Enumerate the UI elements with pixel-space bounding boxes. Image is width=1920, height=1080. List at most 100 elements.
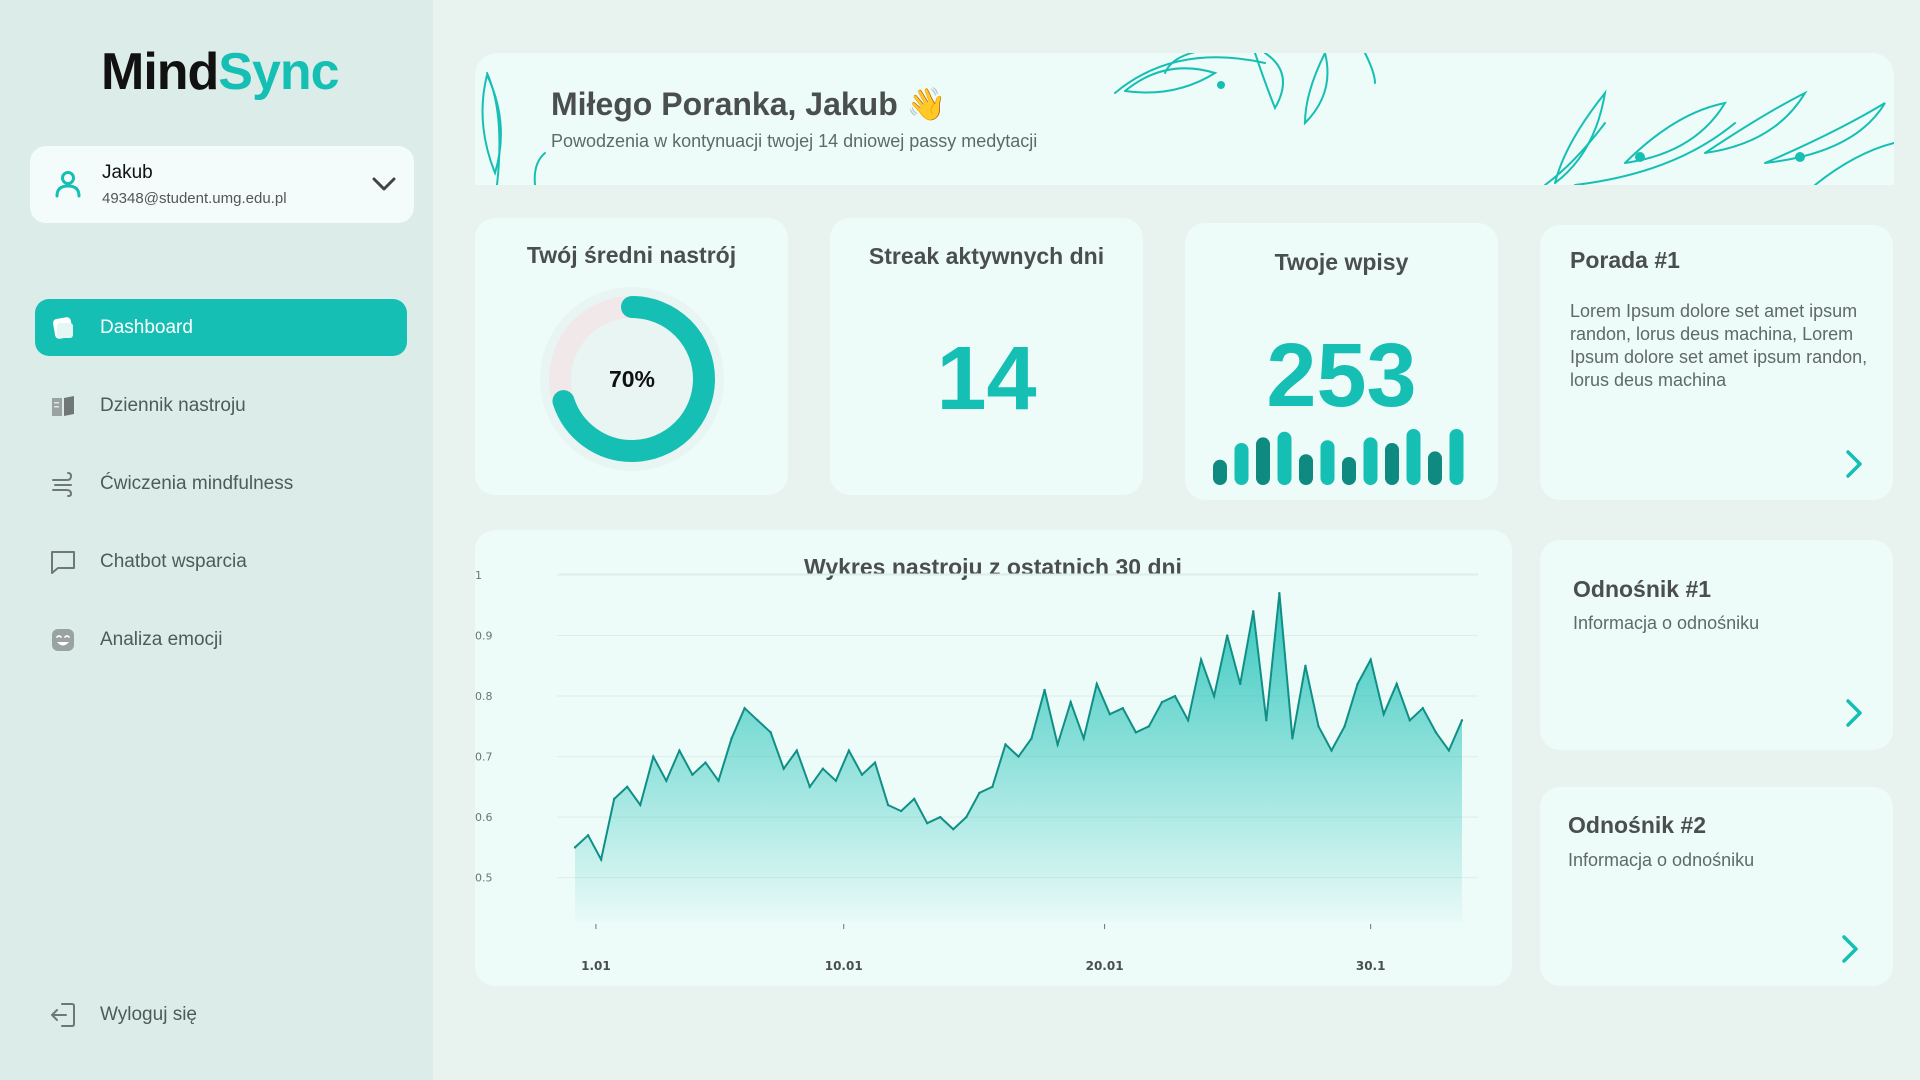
mood-data-point bbox=[1421, 706, 1425, 710]
y-tick-label: 1 bbox=[475, 569, 482, 582]
mood-data-point bbox=[1186, 719, 1190, 722]
brand-logo[interactable]: MindSync bbox=[101, 42, 340, 102]
x-tick-label: 1.01 bbox=[581, 959, 611, 973]
mood-area-chart: Wykres nastroju z ostatnich 30 dni 1 0.9 0… bbox=[475, 554, 1478, 973]
tip-title: Porada #1 bbox=[1570, 247, 1680, 273]
link-text: Informacja o odnośniku bbox=[1573, 613, 1760, 633]
mood-data-point bbox=[808, 785, 812, 789]
mood-data-point bbox=[1265, 719, 1268, 722]
mood-data-point bbox=[834, 779, 838, 782]
mood-data-point bbox=[965, 815, 968, 819]
y-tick-label: 0.7 bbox=[475, 751, 493, 764]
sidebar: MindSync Jakub 49348@student.umg.edu.pl … bbox=[0, 0, 433, 1080]
card-title: Twój średni nastrój bbox=[526, 242, 737, 268]
mood-data-point bbox=[612, 797, 616, 801]
chevron-right-icon[interactable] bbox=[1836, 932, 1864, 966]
mood-data-point bbox=[1134, 731, 1138, 734]
mood-data-point bbox=[1395, 682, 1398, 686]
mood-data-point bbox=[1173, 694, 1177, 698]
link-title: Odnośnik #1 bbox=[1573, 576, 1712, 602]
logo-sync-text: Sync bbox=[218, 43, 339, 101]
x-tick-label: 30.1 bbox=[1356, 959, 1386, 973]
user-name: Jakub bbox=[102, 162, 153, 183]
emotion-icon bbox=[52, 629, 74, 651]
greeting-subtitle: Powodzenia w kontynuacji twojej 14 dniow… bbox=[551, 131, 1038, 151]
entries-bar bbox=[1363, 437, 1378, 485]
welcome-banner: Miłego Poranka, Jakub 👋 Powodzenia w kon… bbox=[475, 53, 1894, 185]
mood-data-point bbox=[873, 761, 877, 764]
y-tick-label: 0.9 bbox=[475, 630, 493, 643]
user-icon bbox=[55, 171, 81, 198]
link-card-1[interactable]: Odnośnik #1 Informacja o odnośniku bbox=[1540, 540, 1893, 750]
link-card-2[interactable]: Odnośnik #2 Informacja o odnośniku bbox=[1540, 787, 1893, 986]
mood-data-point bbox=[730, 737, 733, 740]
entries-card: Twoje wpisy 253 bbox=[1185, 223, 1498, 500]
mood-data-point bbox=[1356, 682, 1359, 686]
mood-data-point bbox=[1004, 743, 1007, 746]
chevron-right-icon[interactable] bbox=[1840, 447, 1868, 481]
mood-value-label: 70% bbox=[609, 366, 655, 392]
nav-item-chatbot[interactable]: Chatbot wsparcia bbox=[35, 533, 407, 590]
user-menu[interactable]: Jakub 49348@student.umg.edu.pl bbox=[30, 146, 414, 223]
mood-data-point bbox=[1147, 725, 1151, 728]
chevron-right-icon[interactable] bbox=[1840, 696, 1868, 730]
streak-card: Streak aktywnych dni 14 bbox=[830, 218, 1143, 495]
chat-icon bbox=[51, 551, 75, 574]
nav-item-mindfulness[interactable]: Ćwiczenia mindfulness bbox=[35, 455, 407, 512]
mood-data-point bbox=[1160, 700, 1164, 704]
chevron-down-icon[interactable] bbox=[368, 168, 400, 200]
entries-bar bbox=[1256, 437, 1270, 485]
mood-data-point bbox=[1056, 743, 1059, 746]
entries-bar bbox=[1449, 429, 1464, 485]
mood-data-point bbox=[978, 791, 981, 795]
entries-bar bbox=[1406, 429, 1421, 485]
entries-bar bbox=[1277, 431, 1292, 485]
mood-data-point bbox=[743, 706, 746, 710]
mood-data-point bbox=[886, 803, 890, 807]
mood-data-point bbox=[1369, 658, 1372, 661]
mood-data-point bbox=[1304, 664, 1307, 667]
mood-data-point bbox=[1121, 706, 1125, 710]
x-tick-label: 20.01 bbox=[1086, 959, 1124, 973]
mood-data-point bbox=[939, 815, 942, 819]
nav-item-dashboard[interactable]: Dashboard bbox=[35, 299, 407, 356]
mood-data-point bbox=[1030, 737, 1033, 740]
nav-item-emotion-analysis[interactable]: Analiza emocji bbox=[35, 611, 407, 668]
mood-data-point bbox=[704, 761, 707, 764]
entries-bar bbox=[1299, 454, 1313, 485]
mood-data-point bbox=[912, 797, 916, 801]
greeting-heading: Miłego Poranka, Jakub 👋 bbox=[551, 86, 947, 122]
average-mood-card: Twój średni nastrój 70% bbox=[475, 218, 788, 495]
mood-data-point bbox=[678, 749, 681, 752]
mood-data-point bbox=[652, 755, 655, 758]
tip-card: Porada #1 Lorem Ipsum dolore set amet ip… bbox=[1540, 225, 1893, 500]
mood-data-point bbox=[1225, 634, 1229, 637]
mood-data-point bbox=[691, 773, 694, 776]
mood-data-point bbox=[1447, 749, 1451, 752]
logout-button[interactable]: Wyloguj się bbox=[48, 1000, 197, 1030]
entries-bar bbox=[1342, 457, 1356, 485]
mood-data-point bbox=[795, 749, 798, 752]
mood-data-point bbox=[1434, 731, 1438, 734]
entries-value: 253 bbox=[1266, 326, 1417, 426]
mood-data-point bbox=[717, 779, 720, 782]
logout-label: Wyloguj się bbox=[100, 1004, 197, 1025]
x-tick-label: 10.01 bbox=[825, 959, 863, 973]
chart-title: Wykres nastroju z ostatnich 30 dni bbox=[804, 554, 1182, 580]
mood-data-point bbox=[847, 749, 851, 752]
mood-data-point bbox=[586, 834, 590, 837]
mood-data-point bbox=[782, 767, 785, 770]
nav-item-mood-journal[interactable]: Dziennik nastroju bbox=[35, 377, 407, 434]
tip-text: Lorem Ipsum dolore set amet ipsum randon… bbox=[1570, 301, 1868, 390]
mood-data-point bbox=[899, 809, 903, 813]
wind-icon bbox=[52, 472, 73, 497]
mood-data-point bbox=[1095, 682, 1098, 686]
mood-data-point bbox=[860, 773, 864, 776]
mood-data-point bbox=[1239, 682, 1242, 686]
mood-data-point bbox=[952, 828, 955, 831]
logout-icon bbox=[51, 1003, 75, 1027]
mood-donut-chart: 70% bbox=[540, 287, 724, 471]
mood-data-point bbox=[1199, 658, 1203, 661]
entries-bar bbox=[1213, 459, 1227, 485]
nav-label: Chatbot wsparcia bbox=[100, 550, 247, 572]
